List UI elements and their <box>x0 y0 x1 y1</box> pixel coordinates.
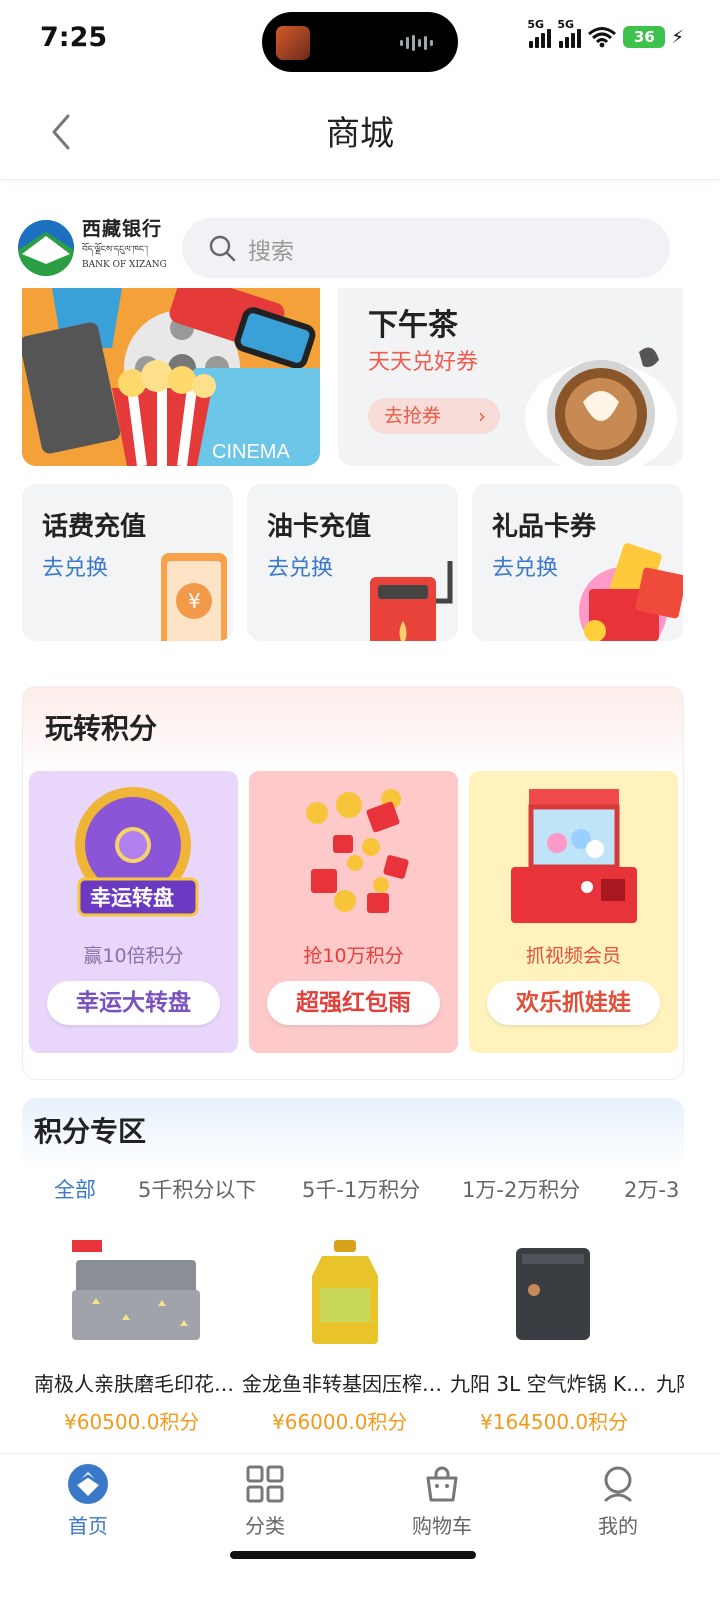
wifi-icon <box>588 27 617 48</box>
claw-machine-icon <box>511 789 637 923</box>
lucky-wheel-button[interactable]: 幸运大转盘 <box>47 981 220 1025</box>
nav-header: 商城 <box>0 84 720 180</box>
cinema-illustration: CINEMA <box>22 288 320 466</box>
audio-wave-icon <box>400 34 436 52</box>
product-price: ¥66000.0积分 <box>272 1410 408 1434</box>
grid-icon <box>246 1465 284 1503</box>
tab-5k-10k[interactable]: 5千-1万积分 <box>302 1174 420 1204</box>
afternoon-tea-banner[interactable]: 下午茶 天天兑好券 去抢券 › <box>338 288 683 466</box>
tab-10k-20k[interactable]: 1万-2万积分 <box>462 1174 580 1204</box>
cart-icon <box>426 1466 458 1502</box>
nav-mine[interactable]: 我的 <box>558 1464 678 1544</box>
page-title: 商城 <box>326 114 394 154</box>
bedding-image <box>72 1240 200 1340</box>
nav-label: 分类 <box>245 1514 285 1538</box>
svg-text:CINEMA: CINEMA <box>212 441 290 463</box>
status-bar: 7:25 5G 5G 36 ⚡ <box>0 0 720 84</box>
product-card[interactable]: 九阳 <box>656 1232 684 1442</box>
app-icon <box>276 26 310 60</box>
lucky-wheel-card[interactable]: 幸运转盘 赢10倍积分 幸运大转盘 <box>29 771 238 1053</box>
section-title: 积分专区 <box>34 1115 147 1148</box>
red-packet-button[interactable]: 超强红包雨 <box>267 981 440 1025</box>
zone-tabs: 全部 5千积分以下 5千-1万积分 1万-2万积分 2万-3 <box>54 1174 684 1214</box>
claw-machine-button[interactable]: 欢乐抓娃娃 <box>487 981 660 1025</box>
game-subtitle: 抢10万积分 <box>303 945 404 967</box>
status-icons: 5G 5G 36 ⚡ <box>527 18 684 48</box>
bottom-nav: 首页 分类 购物车 我的 <box>0 1453 720 1600</box>
nav-label: 购物车 <box>412 1514 472 1538</box>
search-placeholder: 搜索 <box>248 239 294 265</box>
bank-emblem-icon <box>18 220 74 276</box>
product-name: 南极人亲肤磨毛印花四件套 <box>34 1372 240 1396</box>
phone-icon: ¥ <box>161 553 227 641</box>
bank-logo[interactable]: 西藏银行 བོད་ལྗོངས་དངུལ་ཁང་། BANK OF XIZANG <box>18 214 168 276</box>
bank-name: 西藏银行 <box>82 218 163 240</box>
nav-label: 我的 <box>598 1514 638 1538</box>
product-card[interactable]: 九阳 3L 空气炸锅 KL30 ¥164500.0积分 <box>450 1232 656 1442</box>
tab-20k-30k[interactable]: 2万-3 <box>624 1174 679 1204</box>
section-title: 玩转积分 <box>45 712 158 745</box>
search-row: 西藏银行 བོད་ལྗོངས་དངུལ་ཁང་། BANK OF XIZANG … <box>0 212 720 282</box>
tab-all[interactable]: 全部 <box>54 1174 96 1204</box>
grab-coupon-label: 去抢券 <box>384 405 442 427</box>
bank-english-name: BANK OF XIZANG <box>82 260 167 270</box>
charging-icon: ⚡ <box>671 26 684 48</box>
card-action: 去兑换 <box>42 556 109 581</box>
cell-signal-icon: 5G <box>527 18 552 48</box>
search-icon <box>209 235 236 262</box>
nav-cart[interactable]: 购物车 <box>382 1464 502 1544</box>
claw-machine-card[interactable]: 抓视频会员 欢乐抓娃娃 <box>469 771 678 1053</box>
product-price: ¥164500.0积分 <box>480 1410 629 1434</box>
gift-card-card[interactable]: 礼品卡券 去兑换 <box>472 484 683 641</box>
banner-title: 下午茶 <box>368 308 458 343</box>
svg-text:¥: ¥ <box>188 589 201 613</box>
card-title: 油卡充值 <box>267 512 372 542</box>
coffee-icon <box>525 347 677 466</box>
signal-label: 5G <box>527 18 545 31</box>
nav-home[interactable]: 首页 <box>28 1464 148 1544</box>
fuel-card-recharge-card[interactable]: 油卡充值 去兑换 <box>247 484 458 641</box>
oil-bottle-image <box>312 1240 378 1344</box>
lucky-wheel-icon: 幸运转盘 <box>75 787 199 917</box>
red-packet-rain-icon <box>306 789 409 913</box>
points-zone-section: 积分专区 全部 5千积分以下 5千-1万积分 1万-2万积分 2万-3 南极人亲… <box>22 1098 684 1458</box>
card-action: 去兑换 <box>492 556 559 581</box>
home-icon <box>68 1464 108 1504</box>
product-name: 九阳 3L 空气炸锅 KL30 <box>450 1372 656 1396</box>
chevron-right-icon: › <box>478 404 486 428</box>
banner-subtitle: 天天兑好券 <box>368 350 479 375</box>
cinema-banner[interactable]: CINEMA <box>22 288 320 466</box>
status-time: 7:25 <box>40 22 108 53</box>
nav-category[interactable]: 分类 <box>205 1464 325 1544</box>
card-title: 礼品卡券 <box>492 512 597 542</box>
wheel-label: 幸运转盘 <box>90 886 174 910</box>
product-card[interactable]: 金龙鱼非转基因压榨菜籽油 ¥66000.0积分 <box>242 1232 448 1442</box>
tab-under-5k[interactable]: 5千积分以下 <box>138 1174 256 1204</box>
cell-signal-icon: 5G <box>557 18 582 48</box>
red-packet-card[interactable]: 抢10万积分 超强红包雨 <box>249 771 458 1053</box>
nav-label: 首页 <box>68 1514 108 1538</box>
card-title: 话费充值 <box>42 512 147 542</box>
card-action: 去兑换 <box>267 556 334 581</box>
dynamic-island <box>262 12 458 72</box>
product-card[interactable]: 南极人亲肤磨毛印花四件套 ¥60500.0积分 <box>34 1232 240 1442</box>
search-input[interactable]: 搜索 <box>182 218 670 278</box>
home-indicator[interactable] <box>230 1551 476 1559</box>
user-icon <box>604 1466 632 1502</box>
fuel-pump-icon <box>370 561 453 641</box>
game-subtitle: 赢10倍积分 <box>83 945 184 967</box>
game-subtitle: 抓视频会员 <box>525 945 621 967</box>
page: 7:25 5G 5G 36 ⚡ 商城 西藏银行 བོད་ལྗོངས་དངུལ་ཁ… <box>0 0 720 1600</box>
product-name: 金龙鱼非转基因压榨菜籽油 <box>242 1372 448 1396</box>
battery-icon: 36 <box>623 26 666 48</box>
gift-box-icon <box>579 543 683 641</box>
phone-recharge-card[interactable]: 话费充值 去兑换 ¥ <box>22 484 233 641</box>
product-price: ¥60500.0积分 <box>64 1410 200 1434</box>
points-play-section: 玩转积分 幸运转盘 赢10倍积分 幸运大转盘 抢10万积分 超强红包雨 抓视频会… <box>22 686 684 1080</box>
signal-label: 5G <box>557 18 575 31</box>
grab-coupon-button[interactable]: 去抢券 › <box>368 398 500 434</box>
air-fryer-image <box>516 1248 590 1340</box>
product-name: 九阳 <box>656 1372 684 1396</box>
